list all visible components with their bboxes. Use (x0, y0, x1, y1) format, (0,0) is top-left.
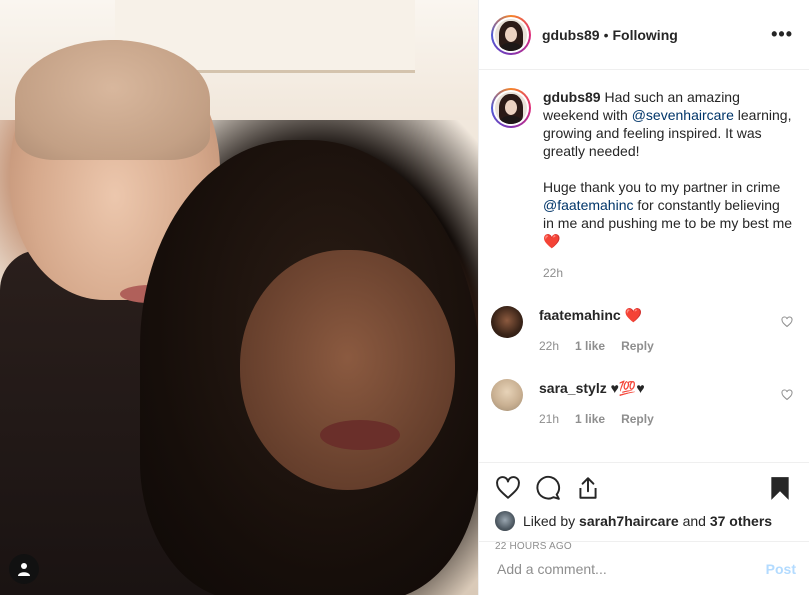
commenter-username[interactable]: faatemahinc (539, 307, 621, 323)
person-right-lips (320, 420, 400, 450)
comment-item: sara_stylz ♥💯♥ 21h 1 like Reply (491, 379, 793, 428)
post-modal: gdubs89 • Following ••• gdubs89 Had such… (0, 0, 809, 595)
heart-emoji: ❤️ (543, 233, 561, 249)
liker-avatar[interactable] (495, 511, 515, 531)
author-avatar-story-ring[interactable] (491, 14, 531, 55)
person-right-face (240, 250, 455, 490)
caption-username[interactable]: gdubs89 (543, 89, 601, 105)
separator-dot: • (603, 26, 609, 43)
caption-avatar (495, 92, 527, 124)
likes-prefix: Liked by (523, 513, 576, 529)
share-icon[interactable] (575, 475, 601, 501)
comment-like-heart-icon[interactable] (781, 316, 793, 328)
commenter-username[interactable]: sara_stylz (539, 380, 607, 396)
bookmark-icon[interactable] (767, 475, 793, 501)
post-sidebar: gdubs89 • Following ••• gdubs89 Had such… (478, 0, 809, 595)
comment-text: ♥💯♥ (610, 380, 645, 396)
caption-text-3: Huge thank you to my partner in crime (543, 179, 781, 195)
liker-username[interactable]: sarah7haircare (579, 513, 679, 529)
tagged-users-button[interactable] (9, 554, 39, 584)
mention-faatemahinc[interactable]: @faatemahinc (543, 197, 633, 213)
comment-time[interactable]: 22h (539, 337, 559, 355)
likes-middle: and (682, 513, 706, 529)
caption-time[interactable]: 22h (543, 264, 793, 282)
comment-likes[interactable]: 1 like (575, 410, 605, 428)
comment-bubble-icon[interactable] (535, 475, 561, 501)
caption-body: gdubs89 Had such an amazing weekend with… (543, 88, 793, 282)
reply-button[interactable]: Reply (621, 337, 654, 355)
user-icon (18, 563, 30, 576)
comments-section: gdubs89 Had such an amazing weekend with… (479, 70, 809, 462)
commenter-avatar[interactable] (491, 306, 523, 338)
reply-button[interactable]: Reply (621, 410, 654, 428)
comment-item: faatemahinc ❤️ 22h 1 like Reply (491, 306, 793, 355)
person-left-hair (15, 40, 210, 160)
comment-likes[interactable]: 1 like (575, 337, 605, 355)
author-avatar (495, 18, 527, 51)
comment-input[interactable] (495, 559, 766, 578)
add-comment-bar: Post (479, 541, 809, 595)
author-username[interactable]: gdubs89 (542, 27, 600, 43)
post-photo[interactable] (0, 0, 478, 595)
like-heart-icon[interactable] (495, 475, 521, 501)
more-options-icon[interactable]: ••• (771, 24, 793, 45)
post-header: gdubs89 • Following ••• (479, 0, 809, 70)
following-button[interactable]: Following (612, 27, 677, 43)
post-comment-button[interactable]: Post (766, 561, 796, 577)
likes-summary: Liked by sarah7haircare and 37 others (495, 511, 793, 531)
caption: gdubs89 Had such an amazing weekend with… (491, 88, 793, 282)
likes-others-button[interactable]: 37 others (710, 513, 772, 529)
caption-avatar-story-ring[interactable] (491, 88, 531, 128)
mention-sevenhaircare[interactable]: @sevenhaircare (632, 107, 734, 123)
comment-time[interactable]: 21h (539, 410, 559, 428)
comment-like-heart-icon[interactable] (781, 389, 793, 401)
commenter-avatar[interactable] (491, 379, 523, 411)
comment-text: ❤️ (624, 307, 643, 323)
